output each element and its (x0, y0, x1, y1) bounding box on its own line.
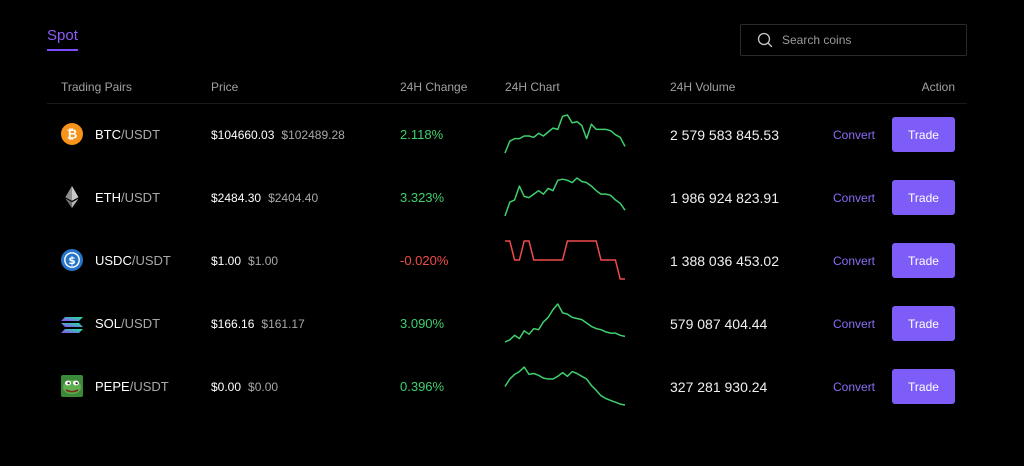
sparkline-chart (504, 366, 626, 406)
trade-button[interactable]: Trade (892, 180, 955, 215)
change-percent: 2.118% (400, 127, 444, 142)
trade-button[interactable]: Trade (892, 117, 955, 152)
convert-link[interactable]: Convert (833, 254, 875, 268)
tab-spot[interactable]: Spot (47, 27, 78, 51)
current-price: $2484.30 (211, 191, 262, 205)
sparkline-chart (504, 177, 626, 217)
sparkline-path (504, 114, 626, 154)
convert-link[interactable]: Convert (833, 128, 875, 142)
table-row: $ USDC/USDT $1.00 $1.00 -0.020% 1 388 036… (0, 229, 1024, 292)
trade-button[interactable]: Trade (892, 306, 955, 341)
table-row: ₿ BTC/USDT $104660.03 $102489.28 2.118% 2… (0, 103, 1024, 166)
search-icon (757, 32, 773, 48)
ethereum-icon (65, 186, 79, 208)
volume-value: 2 579 583 845.53 (670, 127, 779, 143)
sparkline-path (505, 240, 625, 280)
header-trading-pairs: Trading Pairs (61, 80, 132, 94)
current-price: $0.00 (211, 380, 242, 394)
current-price: $1.00 (211, 254, 242, 268)
sparkline-chart (504, 303, 626, 343)
header-action: Action (921, 80, 955, 94)
search-input[interactable] (782, 33, 952, 47)
convert-link[interactable]: Convert (833, 317, 875, 331)
previous-price: $2404.40 (268, 191, 319, 205)
svg-text:$: $ (68, 255, 75, 267)
search-box[interactable] (740, 24, 967, 56)
spot-market-page: Spot Trading Pairs Price 24H Change 24H … (0, 0, 1024, 466)
volume-value: 579 087 404.44 (670, 316, 768, 332)
pair-label: SOL/USDT (95, 316, 161, 331)
volume-value: 1 986 924 823.91 (670, 190, 779, 206)
current-price: $166.16 (211, 317, 255, 331)
volume-value: 1 388 036 453.02 (670, 253, 779, 269)
price-cell: $0.00 $0.00 (211, 380, 278, 394)
table-row: ETH/USDT $2484.30 $2404.40 3.323% 1 986 9… (0, 166, 1024, 229)
usdc-icon: $ (61, 249, 83, 271)
volume-value: 327 281 930.24 (670, 379, 768, 395)
convert-link[interactable]: Convert (833, 380, 875, 394)
trade-button[interactable]: Trade (892, 369, 955, 404)
svg-text:₿: ₿ (67, 128, 78, 143)
sparkline-chart (505, 240, 625, 280)
previous-price: $102489.28 (281, 128, 345, 142)
solana-icon (61, 317, 83, 333)
sparkline-path (504, 177, 626, 217)
pair-label: PEPE/USDT (95, 379, 169, 394)
sparkline-path (504, 366, 626, 406)
change-percent: 3.090% (400, 316, 445, 331)
price-cell: $2484.30 $2404.40 (211, 191, 318, 205)
header-24h-chart: 24H Chart (505, 80, 560, 94)
pair-label: BTC/USDT (95, 127, 161, 142)
change-percent: 3.323% (400, 190, 445, 205)
sparkline-path (504, 303, 626, 343)
trade-button[interactable]: Trade (892, 243, 955, 278)
bitcoin-icon: ₿ (61, 123, 83, 145)
price-cell: $166.16 $161.17 (211, 317, 305, 331)
previous-price: $1.00 (248, 254, 279, 268)
change-percent: -0.020% (400, 253, 449, 268)
header-24h-change: 24H Change (400, 80, 468, 94)
header-24h-volume: 24H Volume (670, 80, 736, 94)
table-row: SOL/USDT $166.16 $161.17 3.090% 579 087 4… (0, 292, 1024, 355)
header-price: Price (211, 80, 239, 94)
previous-price: $161.17 (261, 317, 305, 331)
current-price: $104660.03 (211, 128, 275, 142)
price-cell: $104660.03 $102489.28 (211, 128, 345, 142)
pepe-frog-icon (61, 375, 83, 397)
price-cell: $1.00 $1.00 (211, 254, 278, 268)
table-row: PEPE/USDT $0.00 $0.00 0.396% 327 281 930.… (0, 355, 1024, 418)
change-percent: 0.396% (400, 379, 445, 394)
previous-price: $0.00 (248, 380, 279, 394)
sparkline-chart (504, 114, 626, 154)
pair-label: ETH/USDT (95, 190, 161, 205)
convert-link[interactable]: Convert (833, 191, 875, 205)
pair-label: USDC/USDT (95, 253, 171, 268)
